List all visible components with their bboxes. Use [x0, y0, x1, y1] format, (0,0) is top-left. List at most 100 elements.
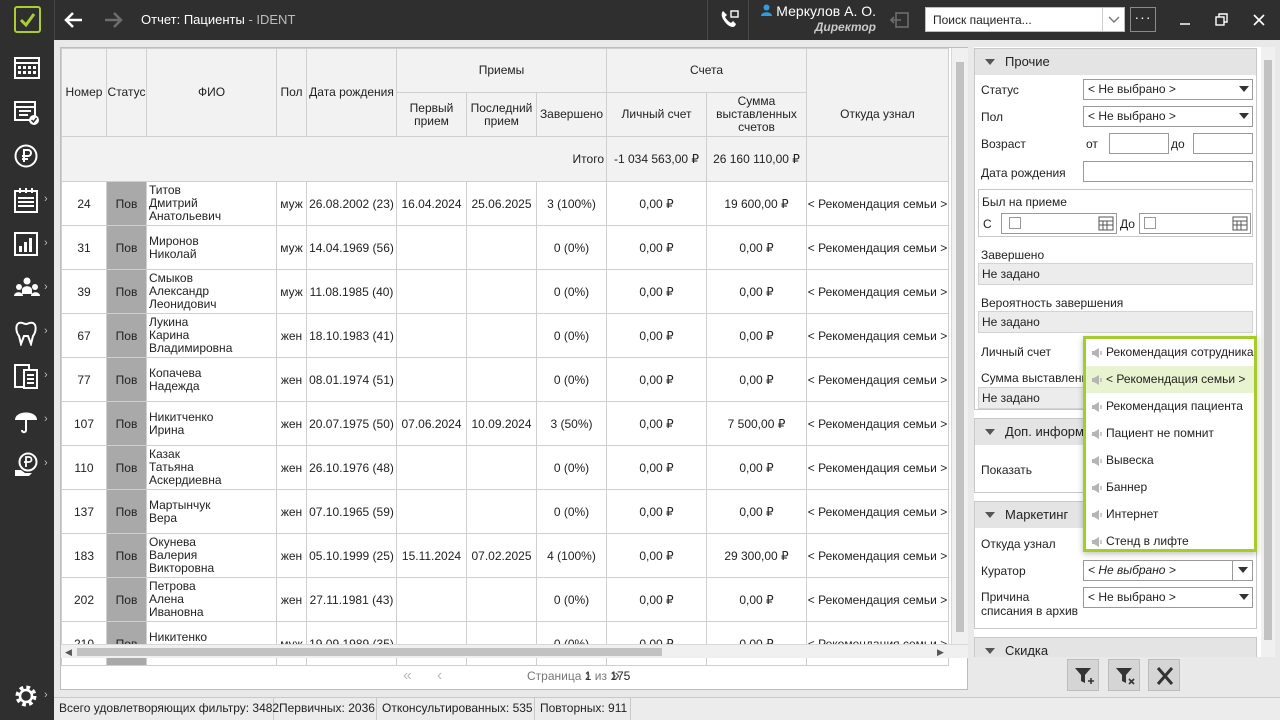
- col-header-personal-account[interactable]: Личный счет: [606, 92, 707, 137]
- table-row[interactable]: 67 Пов Лукина Карина Владимировна жен 18.10.…: [61, 313, 949, 358]
- forward-arrow-icon[interactable]: [101, 8, 125, 32]
- cell-sex: муж: [276, 181, 307, 226]
- cell-billed: 0,00 ₽: [706, 269, 807, 314]
- table-row[interactable]: 183 Пов Окунева Валерия Викторовна жен 05.10…: [61, 533, 949, 578]
- visit-to-checkbox[interactable]: [1144, 217, 1156, 229]
- birth-filter-input[interactable]: [1083, 161, 1253, 182]
- grid-horizontal-scroll-thumb[interactable]: [77, 648, 662, 656]
- sidebar-item-patients[interactable]: ›: [0, 266, 54, 310]
- col-header-sex[interactable]: Пол: [276, 48, 307, 137]
- apply-filter-button[interactable]: [1067, 659, 1099, 691]
- sidebar-item-insurance[interactable]: ›: [0, 398, 54, 442]
- col-header-first-visit[interactable]: Первый прием: [396, 92, 467, 137]
- table-row[interactable]: 107 Пов Никитченко Ирина жен 20.07.1975 (50)…: [61, 401, 949, 446]
- scroll-right-icon[interactable]: ▶: [937, 645, 944, 659]
- visit-to-date-input[interactable]: [1139, 213, 1251, 234]
- filter-panel-scroll-thumb[interactable]: [1264, 60, 1272, 640]
- visit-from-checkbox[interactable]: [1009, 217, 1021, 229]
- more-options-button[interactable]: ···: [1130, 7, 1156, 32]
- phone-icon[interactable]: [718, 8, 742, 32]
- col-header-billed[interactable]: Сумма выставленных счетов: [706, 92, 807, 137]
- sidebar-item-settings[interactable]: ›: [0, 674, 54, 718]
- sidebar-item-devices[interactable]: ›: [0, 354, 54, 398]
- age-from-input[interactable]: [1109, 133, 1169, 154]
- sidebar-item-reports[interactable]: ›: [0, 178, 54, 222]
- probability-filter-value[interactable]: Не задано: [978, 311, 1253, 333]
- status-filter-select[interactable]: < Не выбрано >: [1083, 79, 1253, 100]
- tooth-icon: [15, 321, 37, 346]
- calendar-icon[interactable]: [1098, 215, 1115, 232]
- user-icon: [761, 4, 773, 16]
- sidebar-item-finance[interactable]: [0, 134, 54, 178]
- remove-filter-button[interactable]: [1108, 659, 1140, 691]
- col-header-number[interactable]: Номер: [61, 48, 107, 137]
- filter-add-icon: [1075, 668, 1094, 684]
- pager: « ‹ Страница 1 из 175 › »: [61, 660, 968, 690]
- clear-filters-button[interactable]: [1148, 659, 1180, 691]
- cell-fio: Титов Дмитрий Анатольевич: [146, 181, 277, 226]
- first-page-icon[interactable]: «: [403, 667, 412, 685]
- back-arrow-icon[interactable]: [62, 8, 86, 32]
- table-row[interactable]: 137 Пов Мартынчук Вера жен 07.10.1965 (59) 0 …: [61, 489, 949, 534]
- col-header-fio[interactable]: ФИО: [146, 48, 277, 137]
- cell-status: Пов: [106, 357, 147, 402]
- grid-vertical-scrollbar[interactable]: [951, 48, 968, 644]
- cell-source: < Рекомендация семьи >: [806, 269, 949, 314]
- table-row[interactable]: 39 Пов Смыков Александр Леонидович муж 11.08…: [61, 269, 949, 314]
- search-dropdown-button[interactable]: [1102, 8, 1124, 31]
- cell-billed: 7 500,00 ₽: [706, 401, 807, 446]
- col-header-completed[interactable]: Завершено: [536, 92, 607, 137]
- sidebar-item-payments[interactable]: ›: [0, 442, 54, 486]
- dropdown-option[interactable]: Пациент не помнит: [1086, 420, 1254, 447]
- col-header-last-visit[interactable]: Последний прием: [466, 92, 537, 137]
- grid-horizontal-scrollbar[interactable]: ◀ ▶: [61, 644, 968, 658]
- current-user[interactable]: Меркулов А. О. Директор: [752, 3, 876, 34]
- status-primary: Первичных: 2036: [274, 698, 377, 720]
- close-icon[interactable]: [1249, 10, 1269, 30]
- sex-filter-select[interactable]: < Не выбрано >: [1083, 106, 1253, 127]
- last-page-icon[interactable]: »: [611, 667, 620, 685]
- curator-filter-select[interactable]: < Не выбрано >: [1083, 560, 1253, 581]
- sidebar-item-dental[interactable]: ›: [0, 310, 54, 354]
- dropdown-option[interactable]: Баннер: [1086, 474, 1254, 501]
- completed-filter-value[interactable]: Не задано: [978, 263, 1253, 285]
- table-row[interactable]: 31 Пов Миронов Николай муж 14.04.1969 (56) 0 …: [61, 225, 949, 270]
- logout-icon[interactable]: [888, 8, 912, 32]
- chevron-down-icon: [1239, 594, 1249, 600]
- dropdown-option[interactable]: Вывеска: [1086, 447, 1254, 474]
- col-header-source[interactable]: Откуда узнал: [806, 92, 949, 137]
- next-page-icon[interactable]: ›: [585, 667, 590, 685]
- restore-icon[interactable]: [1211, 10, 1231, 30]
- sidebar-item-analytics[interactable]: ›: [0, 222, 54, 266]
- cell-source: < Рекомендация семьи >: [806, 577, 949, 622]
- age-to-input[interactable]: [1193, 133, 1253, 154]
- patient-search-input[interactable]: [926, 8, 1102, 31]
- grid-vertical-scroll-thumb[interactable]: [956, 62, 964, 632]
- table-row[interactable]: 202 Пов Петрова Алена Ивановна жен 27.11.198…: [61, 577, 949, 622]
- dropdown-option[interactable]: Интернет: [1086, 501, 1254, 528]
- table-row[interactable]: 77 Пов Копачева Надежда жен 08.01.1974 (51) 0…: [61, 357, 949, 402]
- dropdown-option-label: Интернет: [1106, 507, 1159, 521]
- chevron-down-icon: [1239, 86, 1249, 92]
- col-header-birth[interactable]: Дата рождения: [306, 48, 397, 137]
- dropdown-option[interactable]: < Рекомендация семьи >: [1086, 366, 1254, 393]
- table-row[interactable]: 24 Пов Титов Дмитрий Анатольевич муж 26.08.2…: [61, 181, 949, 226]
- archive-reason-select[interactable]: < Не выбрано >: [1083, 587, 1253, 608]
- sidebar-item-tasks[interactable]: [0, 90, 54, 134]
- app-logo-icon[interactable]: [14, 6, 41, 33]
- dropdown-option[interactable]: Рекомендация пациента: [1086, 393, 1254, 420]
- table-row[interactable]: 110 Пов Казак Татьяна Аскердиевна жен 26.10.…: [61, 445, 949, 490]
- dropdown-option[interactable]: Рекомендация сотрудника: [1086, 339, 1254, 366]
- filter-section-other-header[interactable]: Прочие: [975, 49, 1256, 75]
- visit-from-date-input[interactable]: [1001, 213, 1117, 234]
- minimize-icon[interactable]: [1175, 10, 1195, 30]
- cell-number: 77: [61, 357, 107, 402]
- sidebar-item-schedule[interactable]: [0, 46, 54, 90]
- calendar-icon[interactable]: [1232, 215, 1249, 232]
- prev-page-icon[interactable]: ‹: [437, 667, 442, 685]
- scroll-left-icon[interactable]: ◀: [65, 645, 72, 659]
- filter-panel-scrollbar[interactable]: [1261, 47, 1275, 657]
- filter-section-discount-header[interactable]: Скидка: [975, 638, 1256, 657]
- col-header-status[interactable]: Статус: [106, 48, 147, 137]
- dropdown-option[interactable]: Стенд в лифте: [1086, 528, 1254, 555]
